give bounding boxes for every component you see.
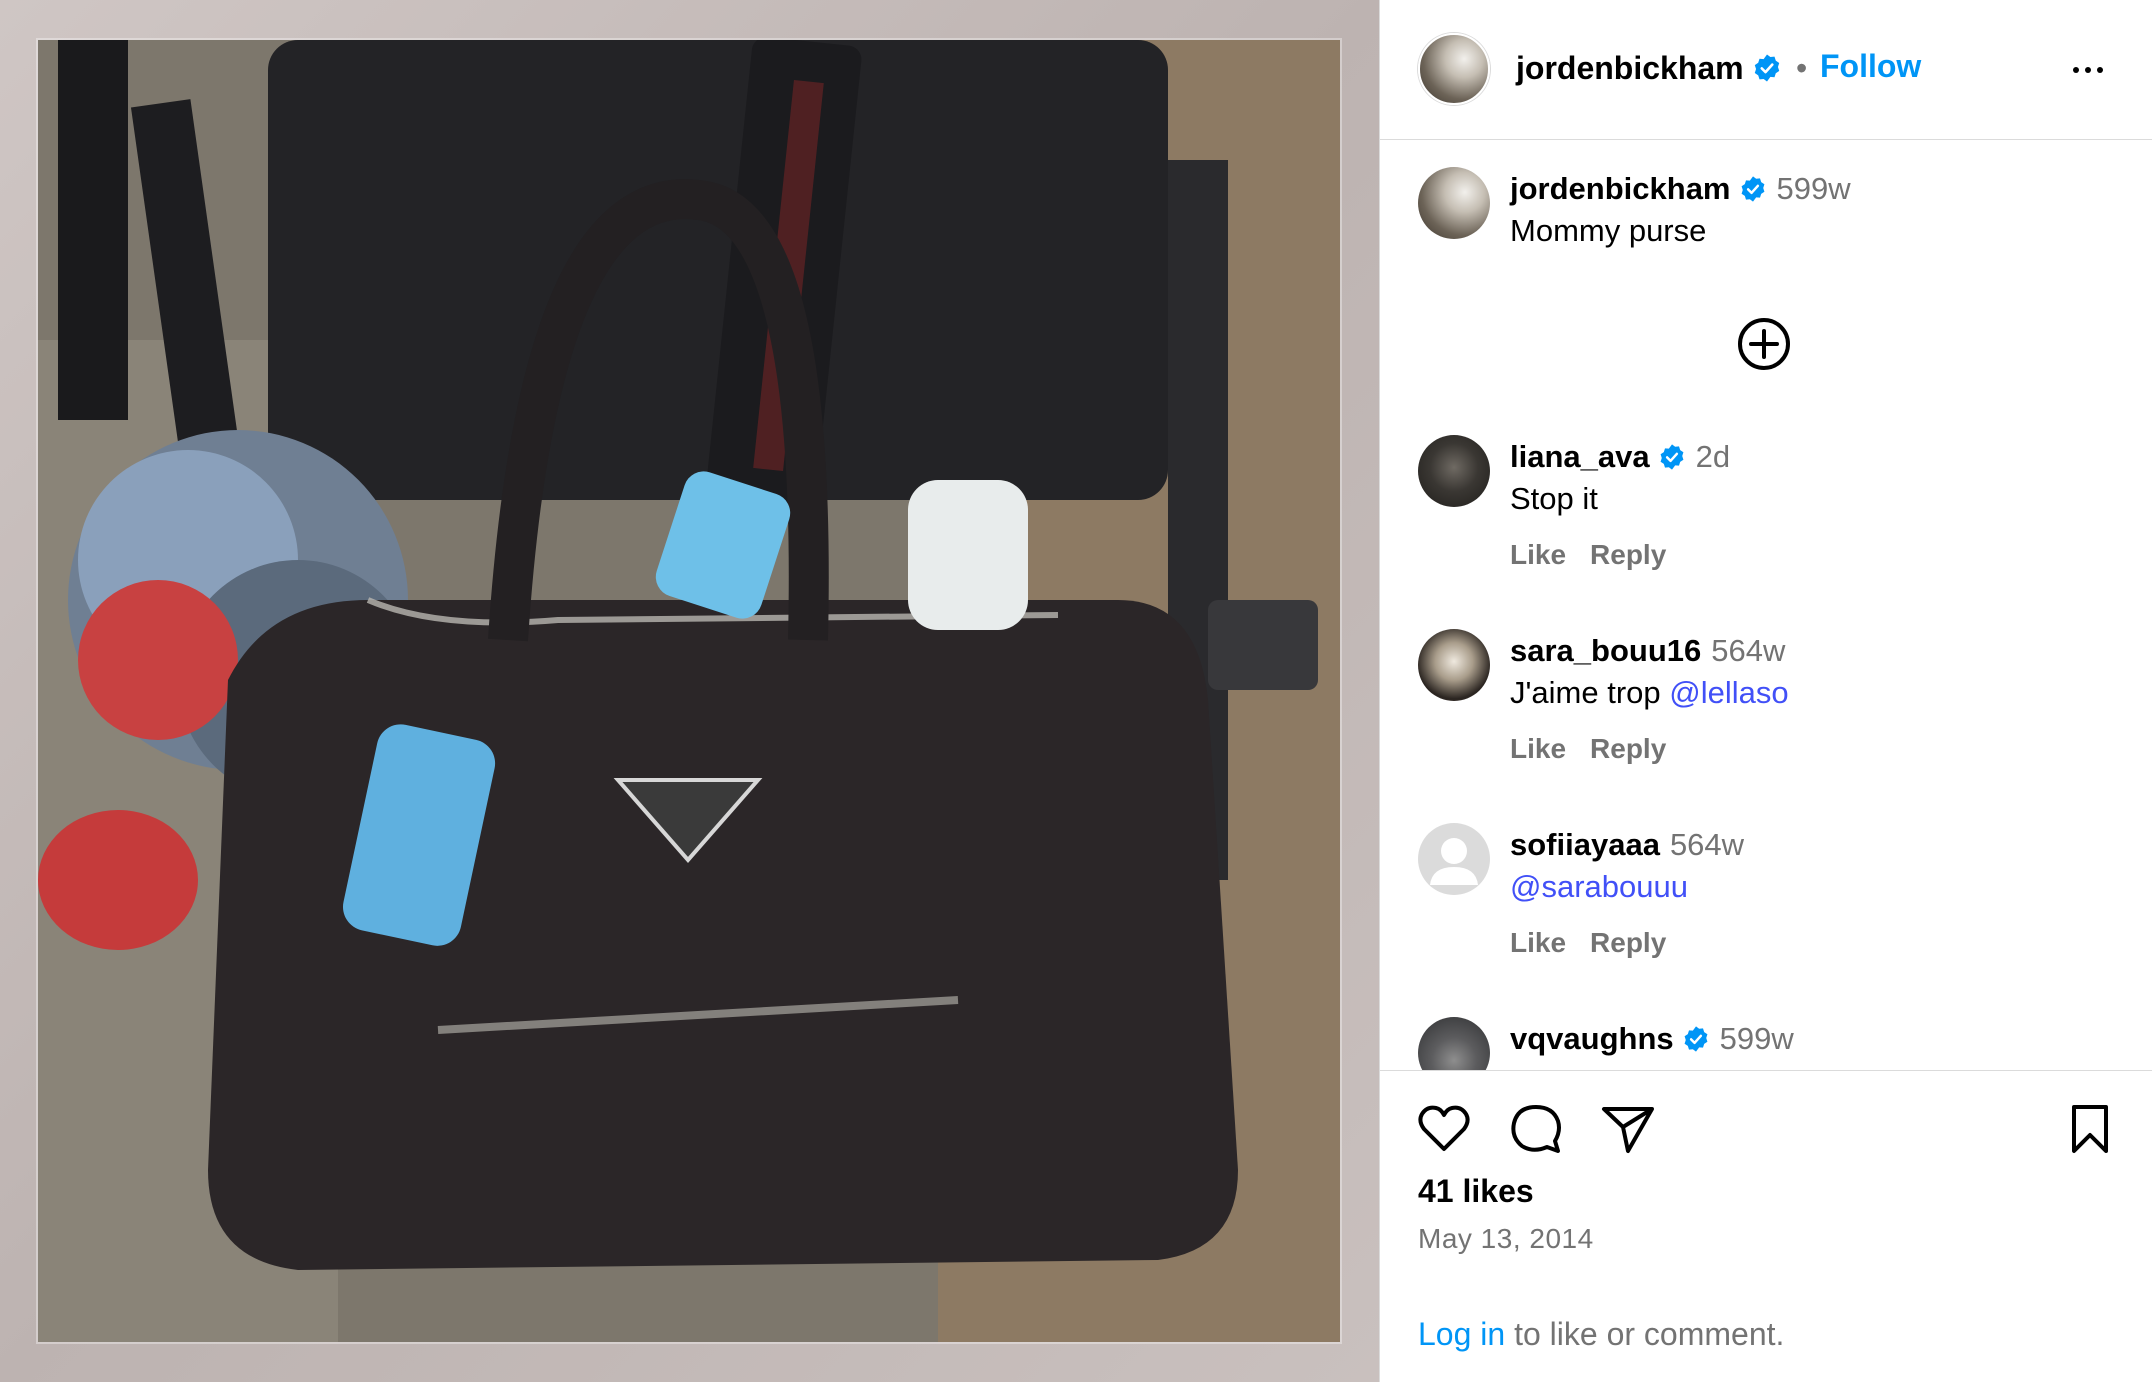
comment-reply-button[interactable]: Reply: [1590, 733, 1666, 764]
author-avatar[interactable]: [1418, 33, 1490, 105]
verified-icon: [1684, 1026, 1708, 1052]
comment-username[interactable]: sofiiayaaa: [1510, 827, 1660, 862]
post-media-panel: [0, 0, 1379, 1382]
more-icon-dot: [2097, 67, 2103, 73]
comment-time[interactable]: 2d: [1696, 439, 1730, 474]
comment-like-button[interactable]: Like: [1510, 733, 1566, 764]
comment-reply-button[interactable]: Reply: [1590, 539, 1666, 570]
comment-mention-link[interactable]: @sarabouuu: [1510, 869, 1688, 904]
comment-username[interactable]: vqvaughns: [1510, 1021, 1674, 1056]
comment-actions: Like Reply: [1510, 927, 1690, 959]
save-button[interactable]: [2062, 1101, 2118, 1160]
more-icon-dot: [2085, 67, 2091, 73]
comment-meta: vqvaughns 599w: [1510, 1021, 1794, 1057]
more-options-button[interactable]: [2063, 50, 2113, 90]
post-date[interactable]: May 13, 2014: [1418, 1223, 1594, 1255]
verified-icon: [1754, 54, 1779, 82]
comment-username[interactable]: sara_bouu16: [1510, 633, 1701, 668]
author-username[interactable]: jordenbickham: [1516, 50, 1744, 86]
author-username-row[interactable]: jordenbickham: [1516, 50, 1782, 87]
login-link[interactable]: Log in: [1418, 1316, 1505, 1352]
comment-mention-link[interactable]: @lellaso: [1669, 675, 1788, 710]
commenter-avatar[interactable]: [1418, 629, 1490, 701]
caption-time[interactable]: 599w: [1777, 171, 1851, 206]
more-icon: [2073, 67, 2079, 73]
comment-reply-button[interactable]: Reply: [1590, 927, 1666, 958]
comment-text: J'aime trop @lellaso: [1510, 675, 1789, 711]
commenter-avatar[interactable]: [1418, 823, 1490, 895]
verified-icon: [1660, 444, 1684, 470]
like-button[interactable]: [1416, 1101, 1472, 1160]
comment-meta: sofiiayaaa 564w: [1510, 827, 1744, 863]
share-icon: [1602, 1107, 1654, 1153]
comment-meta: liana_ava 2d: [1510, 439, 1730, 475]
heart-icon: [1418, 1105, 1470, 1151]
comment-button[interactable]: [1508, 1101, 1564, 1160]
verified-icon: [1741, 176, 1764, 202]
post-actions-bar: 41 likes May 13, 2014 Log in to like or …: [1380, 1070, 2152, 1382]
post-image[interactable]: [38, 40, 1340, 1342]
follow-button[interactable]: Follow: [1820, 50, 1921, 82]
comment-username[interactable]: liana_ava: [1510, 439, 1650, 474]
comment-text: @sarabouuu: [1510, 869, 1688, 905]
post-sidebar: jordenbickham • Follow jordenbickham 599w…: [1379, 0, 2152, 1382]
commenter-avatar[interactable]: [1418, 435, 1490, 507]
comment-icon: [1511, 1105, 1561, 1153]
login-prompt-text: to like or comment.: [1505, 1316, 1785, 1352]
caption-username[interactable]: jordenbickham: [1510, 171, 1731, 206]
comment-time[interactable]: 564w: [1670, 827, 1744, 862]
add-circle-icon[interactable]: [1736, 316, 1792, 372]
share-button[interactable]: [1600, 1101, 1656, 1160]
comment-text: Stop it: [1510, 481, 1598, 516]
caption-text: Mommy purse: [1510, 213, 1707, 248]
comment-time[interactable]: 564w: [1711, 633, 1785, 668]
caption-meta: jordenbickham 599w: [1510, 171, 1851, 207]
comment-text-body: J'aime trop: [1510, 675, 1670, 710]
likes-count[interactable]: 41 likes: [1418, 1173, 1534, 1210]
comment-like-button[interactable]: Like: [1510, 539, 1566, 570]
comment-meta: sara_bouu16 564w: [1510, 633, 1785, 669]
comment-actions: Like Reply: [1510, 539, 1690, 571]
post-header: jordenbickham • Follow: [1380, 0, 2152, 140]
comments-section[interactable]: jordenbickham 599w Mommy purse liana_ava 2…: [1380, 141, 2152, 1070]
bookmark-icon: [2072, 1105, 2108, 1153]
login-prompt: Log in to like or comment.: [1418, 1316, 1784, 1353]
comment-like-button[interactable]: Like: [1510, 927, 1566, 958]
default-avatar-icon: [1430, 838, 1478, 885]
commenter-avatar[interactable]: [1418, 1017, 1490, 1070]
header-separator: •: [1796, 50, 1808, 86]
caption-avatar[interactable]: [1418, 167, 1490, 239]
comment-actions: Like Reply: [1510, 733, 1690, 765]
comment-time[interactable]: 599w: [1720, 1021, 1794, 1056]
post-image-illustration: [38, 40, 1340, 1342]
